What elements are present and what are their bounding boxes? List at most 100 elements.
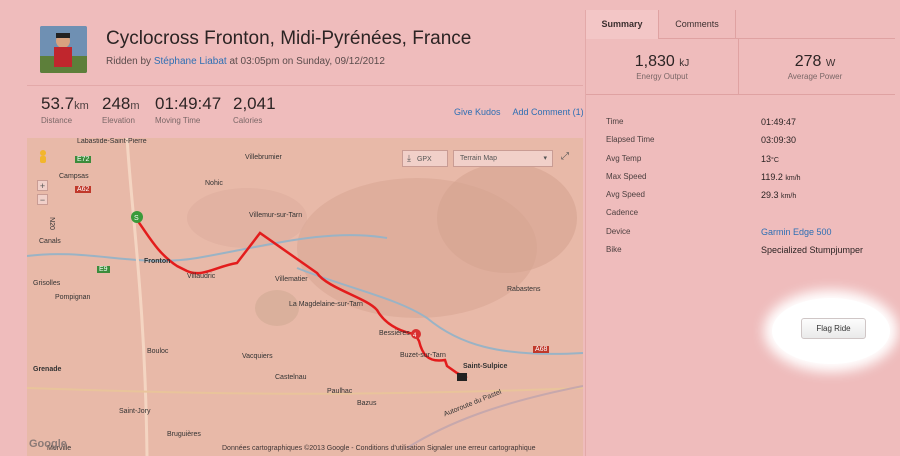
- detail-key: Avg Temp: [606, 153, 642, 163]
- detail-key: Bike: [606, 245, 622, 255]
- map-place-label: Paulhac: [327, 388, 353, 395]
- map-place-label: Bouloc: [147, 348, 169, 355]
- energy-label: Energy Output: [636, 72, 688, 81]
- map-place-label: Pompignan: [55, 294, 91, 301]
- map-place-label: Bruguières: [167, 431, 201, 438]
- stat-value: 01:49:47: [155, 94, 222, 113]
- sidebar-tabs: Summary Comments: [586, 10, 895, 39]
- chevron-down-icon: ▾: [543, 155, 547, 162]
- detail-row: Avg Speed 29.3 km/h: [606, 190, 895, 208]
- stat-moving-time: 01:49:47 Moving Time: [155, 94, 221, 125]
- detail-value: 01:49:47: [761, 117, 797, 127]
- map-place-label: Bazus: [357, 400, 377, 407]
- map-place-label: Castelnau: [275, 374, 307, 381]
- map-place-label: Canals: [39, 238, 61, 245]
- detail-row: Avg Temp 13°C: [606, 154, 895, 172]
- detail-value: 13: [761, 153, 772, 164]
- map-place-label: Villaudric: [187, 273, 216, 280]
- map-place-label: Villebrumier: [245, 154, 282, 161]
- stat-value: 53.7: [41, 94, 75, 113]
- energy-output: 1,830 kJ Energy Output: [586, 53, 738, 81]
- detail-value: 119.2: [761, 171, 783, 182]
- map-road-shield: E72: [75, 156, 92, 163]
- activity-title: Cyclocross Fronton, Midi-Pyrénées, Franc…: [106, 28, 472, 49]
- detail-row: Max Speed 119.2 km/h: [606, 172, 895, 190]
- zoom-out-button[interactable]: −: [37, 194, 48, 205]
- detail-key: Max Speed: [606, 171, 647, 181]
- map-place-label: Vacquiers: [242, 353, 273, 360]
- pegman-icon[interactable]: [37, 150, 49, 166]
- detail-key: Cadence: [606, 208, 639, 218]
- tab-summary[interactable]: Summary: [586, 10, 659, 39]
- map-place-label: Rabastens: [507, 286, 541, 293]
- stat-label: Moving Time: [155, 116, 201, 125]
- map-road-shield: A68: [533, 346, 550, 353]
- divider: [27, 85, 583, 86]
- map-place-label: Villematier: [275, 276, 308, 283]
- fullscreen-icon[interactable]: ⤢: [558, 151, 572, 165]
- map-type-select[interactable]: Terrain Map ▾: [453, 150, 553, 167]
- detail-unit: °C: [771, 156, 779, 164]
- detail-key: Avg Speed: [606, 190, 645, 200]
- stat-distance: 53.7km Distance: [41, 94, 89, 125]
- map-attribution[interactable]: Données cartographiques ©2013 Google - C…: [222, 445, 536, 452]
- map-road-shield: E9: [97, 266, 110, 273]
- tab-comments[interactable]: Comments: [659, 10, 736, 39]
- detail-value-with-unit: 119.2 km/h: [761, 172, 801, 182]
- detail-value: 29.3: [761, 190, 779, 201]
- map-place-label: Saint-Sulpice: [463, 363, 508, 370]
- download-icon: ⤓: [407, 153, 411, 163]
- rider-link[interactable]: Stéphane Liabat: [154, 56, 227, 67]
- detail-row: Bike Specialized Stumpjumper: [606, 245, 895, 263]
- map-place-label: Grisolles: [33, 280, 61, 287]
- detail-value: Specialized Stumpjumper: [761, 245, 864, 256]
- detail-value: 03:09:30: [761, 135, 797, 146]
- detail-key: Device: [606, 226, 631, 236]
- detail-key: Time: [606, 117, 624, 126]
- energy-unit: kJ: [679, 58, 690, 69]
- map-place-label: Campsas: [59, 173, 89, 180]
- average-power: 278 W Average Power: [739, 53, 891, 81]
- stat-label: Calories: [233, 116, 263, 125]
- detail-value-with-unit: 29.3 km/h: [761, 190, 796, 200]
- detail-key: Elapsed Time: [606, 135, 655, 145]
- map-place-label: Saint-Jory: [119, 408, 151, 415]
- flag-ride-button[interactable]: Flag Ride: [801, 318, 866, 339]
- byline-prefix: Ridden by: [106, 56, 152, 67]
- gpx-label: GPX: [416, 156, 432, 163]
- stat-value: 248: [102, 94, 131, 113]
- summary-details: Time 01:49:47 Elapsed Time 03:09:30 Avg Te…: [606, 117, 895, 263]
- stat-value: 2,041: [233, 94, 276, 113]
- add-comment-link[interactable]: Add Comment (1): [513, 107, 584, 117]
- energy-value: 1,830: [634, 53, 675, 70]
- activity-sidebar: Summary Comments 1,830 kJ Energy Output …: [585, 10, 895, 456]
- detail-unit: km/h: [781, 193, 797, 201]
- map-place-label: Labastide-Saint-Pierre: [77, 138, 147, 145]
- map-place-label: Nohic: [205, 180, 223, 187]
- device-link[interactable]: Garmin Edge 500: [761, 227, 832, 237]
- activity-actions: Give Kudos Add Comment (1): [454, 107, 594, 117]
- route-map[interactable]: S 4 Labastide-Saint-Pierre Villebrumier …: [27, 138, 583, 456]
- detail-unit: km/h: [785, 174, 801, 182]
- gpx-download-button[interactable]: ⤓ GPX: [402, 150, 448, 167]
- detail-row: Elapsed Time 03:09:30: [606, 135, 895, 153]
- stat-unit: km: [74, 100, 89, 112]
- google-logo: Google: [29, 438, 67, 450]
- detail-row: Device Garmin Edge 500: [606, 227, 895, 245]
- activity-panel: Cyclocross Fronton, Midi-Pyrénées, Franc…: [27, 10, 584, 456]
- power-value: 278: [794, 53, 822, 70]
- map-place-label: La Magdelaine-sur-Tarn: [289, 301, 363, 308]
- stat-unit: m: [130, 100, 140, 112]
- map-place-label: Buzet-sur-Tarn: [400, 352, 446, 359]
- give-kudos-link[interactable]: Give Kudos: [454, 107, 501, 117]
- start-marker: S: [134, 215, 139, 222]
- map-road-shield: N20: [47, 217, 55, 230]
- summary-highlights: 1,830 kJ Energy Output 278 W Average Pow…: [586, 39, 895, 95]
- avatar[interactable]: [40, 26, 87, 73]
- detail-value-with-unit: 13°C: [761, 154, 779, 164]
- stat-calories: 2,041 Calories: [233, 94, 276, 125]
- byline-date: at 03:05pm on Sunday, 09/12/2012: [229, 56, 385, 67]
- zoom-in-button[interactable]: +: [37, 180, 48, 191]
- power-label: Average Power: [787, 72, 843, 81]
- map-terrain: S 4: [27, 138, 583, 456]
